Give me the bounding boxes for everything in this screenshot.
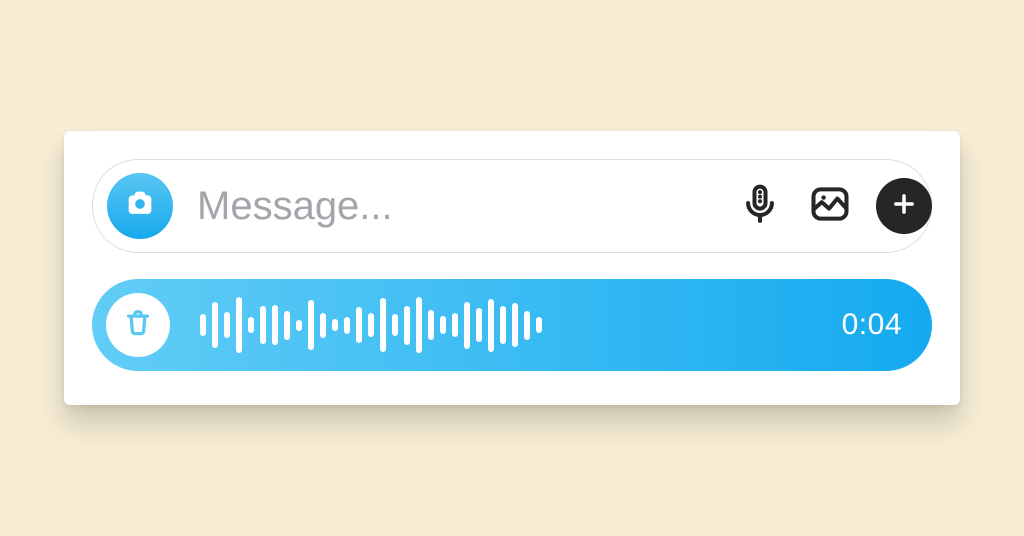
waveform-bar	[416, 297, 422, 353]
recording-duration: 0:04	[842, 308, 902, 342]
waveform-bar	[368, 313, 374, 337]
waveform-bar	[500, 306, 506, 344]
waveform-bar	[464, 302, 470, 349]
audio-waveform[interactable]	[190, 297, 822, 353]
waveform-bar	[380, 298, 386, 352]
waveform-bar	[260, 306, 266, 344]
microphone-button[interactable]	[736, 182, 784, 230]
waveform-bar	[308, 300, 314, 350]
voice-recording-bar: 0:04	[92, 279, 932, 371]
waveform-bar	[392, 314, 398, 336]
waveform-bar	[404, 306, 410, 345]
waveform-bar	[452, 313, 458, 337]
camera-button[interactable]	[107, 173, 173, 239]
waveform-bar	[224, 312, 230, 338]
waveform-bar	[476, 308, 482, 342]
waveform-bar	[344, 317, 350, 334]
waveform-bar	[524, 311, 530, 340]
waveform-bar	[212, 302, 218, 348]
microphone-icon	[738, 182, 782, 231]
waveform-bar	[356, 307, 362, 343]
waveform-bar	[272, 305, 278, 345]
image-icon	[808, 182, 852, 231]
waveform-bar	[536, 317, 542, 333]
messaging-panel: 0:04	[64, 131, 960, 405]
waveform-bar	[332, 319, 338, 331]
waveform-bar	[284, 311, 290, 340]
waveform-bar	[236, 297, 242, 353]
waveform-bar	[512, 303, 518, 347]
waveform-bar	[428, 310, 434, 340]
message-input[interactable]	[195, 183, 714, 230]
waveform-bar	[200, 314, 206, 336]
gallery-button[interactable]	[806, 182, 854, 230]
discard-recording-button[interactable]	[106, 293, 170, 357]
waveform-bar	[488, 299, 494, 352]
plus-icon	[890, 190, 918, 223]
waveform-bar	[296, 320, 302, 331]
add-button[interactable]	[876, 178, 932, 234]
trash-icon	[123, 306, 153, 345]
waveform-bar	[440, 316, 446, 334]
waveform-bar	[320, 313, 326, 338]
message-composer	[92, 159, 932, 253]
camera-icon	[123, 187, 157, 226]
waveform-bar	[248, 317, 254, 333]
